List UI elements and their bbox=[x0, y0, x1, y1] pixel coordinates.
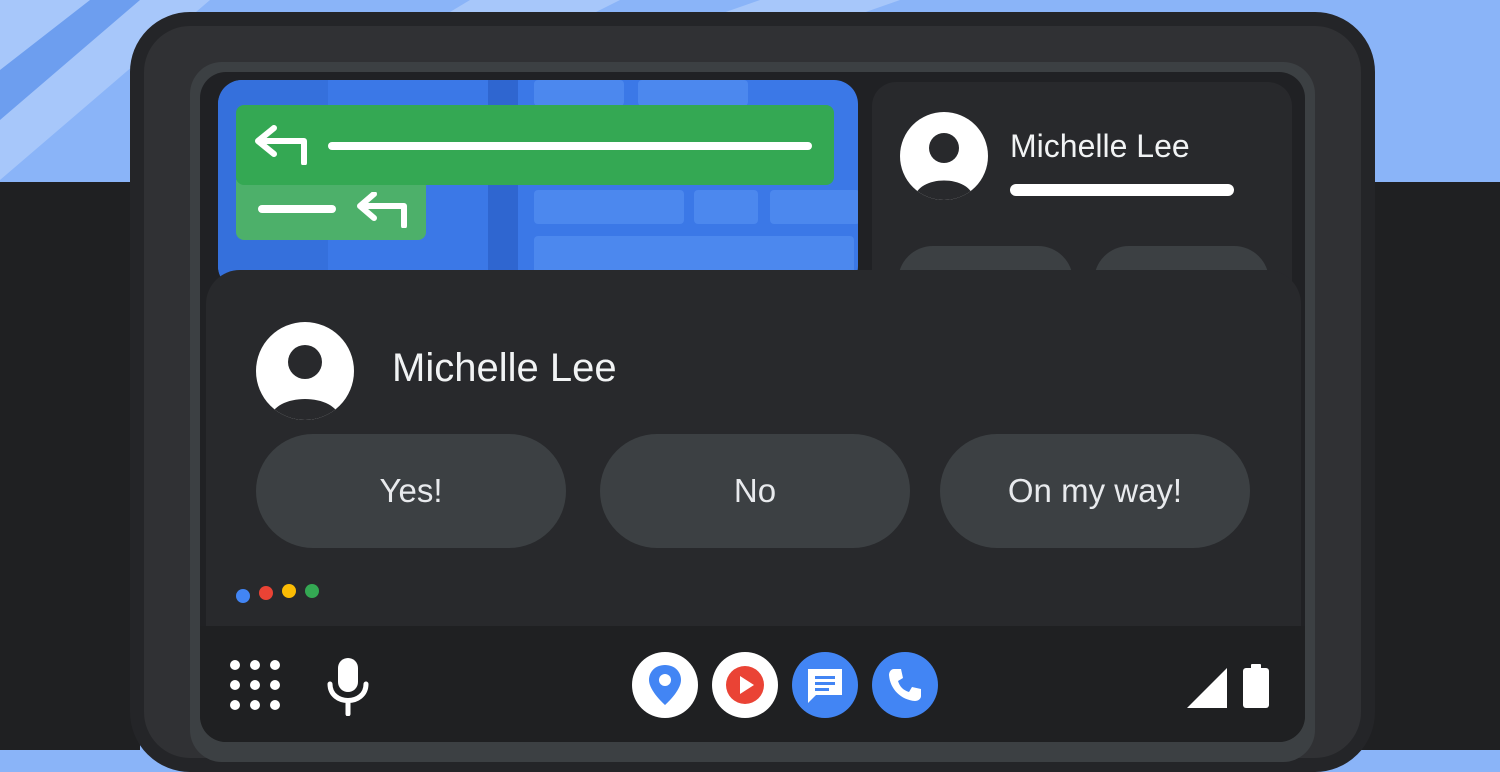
app-launcher-icon[interactable] bbox=[230, 660, 282, 712]
maps-icon bbox=[649, 665, 681, 705]
youtube-music-icon bbox=[726, 666, 764, 704]
dashboard-panel-right bbox=[1360, 195, 1500, 750]
next-turn-distance-line bbox=[258, 205, 336, 213]
map-block bbox=[770, 190, 858, 224]
phone-app-button[interactable] bbox=[872, 652, 938, 718]
person-icon bbox=[270, 345, 340, 420]
assistant-dot-red bbox=[259, 586, 273, 600]
messages-app-button[interactable] bbox=[792, 652, 858, 718]
dashboard-panel-left bbox=[0, 195, 140, 750]
maps-app-button[interactable] bbox=[632, 652, 698, 718]
map-block bbox=[534, 80, 624, 106]
turn-left-arrow-icon bbox=[255, 125, 307, 165]
signal-icon bbox=[1187, 668, 1227, 708]
assistant-dot-blue bbox=[236, 589, 250, 603]
contact-avatar bbox=[900, 112, 988, 200]
map-card[interactable] bbox=[218, 80, 858, 290]
assistant-dot-green bbox=[305, 584, 319, 598]
street-name-line bbox=[328, 142, 812, 150]
map-block bbox=[694, 190, 758, 224]
current-turn-banner bbox=[236, 105, 834, 185]
battery-icon bbox=[1243, 668, 1269, 708]
person-icon bbox=[914, 133, 974, 200]
map-block bbox=[534, 190, 684, 224]
turn-left-arrow-icon bbox=[357, 192, 407, 228]
status-indicators bbox=[1187, 664, 1269, 708]
microphone-icon[interactable] bbox=[324, 656, 372, 716]
reply-on-my-way-button[interactable]: On my way! bbox=[940, 434, 1250, 548]
reply-yes-button[interactable]: Yes! bbox=[256, 434, 566, 548]
youtube-music-app-button[interactable] bbox=[712, 652, 778, 718]
android-auto-screen: Michelle Lee Michelle Lee Yes! No On my … bbox=[200, 72, 1305, 742]
map-block bbox=[638, 80, 748, 106]
bottom-navigation-bar bbox=[200, 626, 1305, 742]
message-preview-line bbox=[1010, 184, 1234, 196]
contact-avatar bbox=[256, 322, 354, 420]
messages-icon bbox=[808, 669, 842, 703]
reply-no-button[interactable]: No bbox=[600, 434, 910, 548]
message-card-contact-name: Michelle Lee bbox=[1010, 128, 1190, 164]
next-turn-banner bbox=[236, 180, 426, 240]
notification-contact-name: Michelle Lee bbox=[392, 346, 617, 390]
assistant-dot-yellow bbox=[282, 584, 296, 598]
phone-icon bbox=[889, 669, 921, 701]
